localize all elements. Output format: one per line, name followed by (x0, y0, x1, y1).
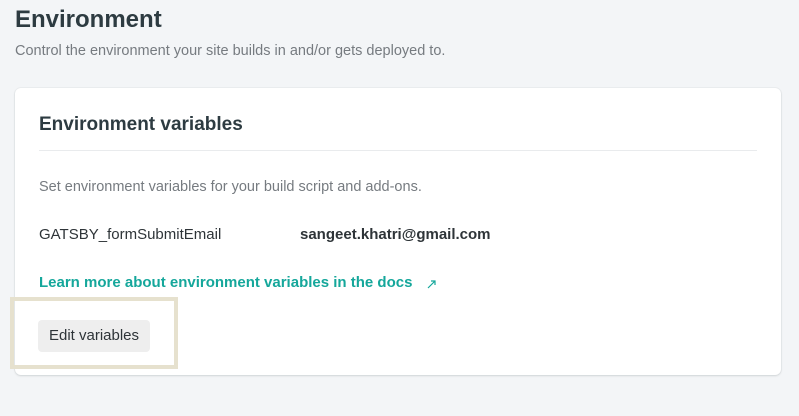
card-description: Set environment variables for your build… (39, 179, 422, 195)
docs-link-label: Learn more about environment variables i… (39, 274, 413, 291)
env-variable-value: sangeet.khatri@gmail.com (300, 226, 491, 243)
docs-link[interactable]: Learn more about environment variables i… (39, 273, 436, 295)
external-link-icon (427, 275, 436, 295)
card-divider (39, 150, 757, 151)
card-title: Environment variables (39, 114, 243, 135)
edit-variables-button[interactable]: Edit variables (38, 320, 150, 352)
page-subtitle: Control the environment your site builds… (15, 43, 446, 59)
env-variable-key: GATSBY_formSubmitEmail (39, 226, 222, 243)
page-title: Environment (15, 6, 162, 33)
